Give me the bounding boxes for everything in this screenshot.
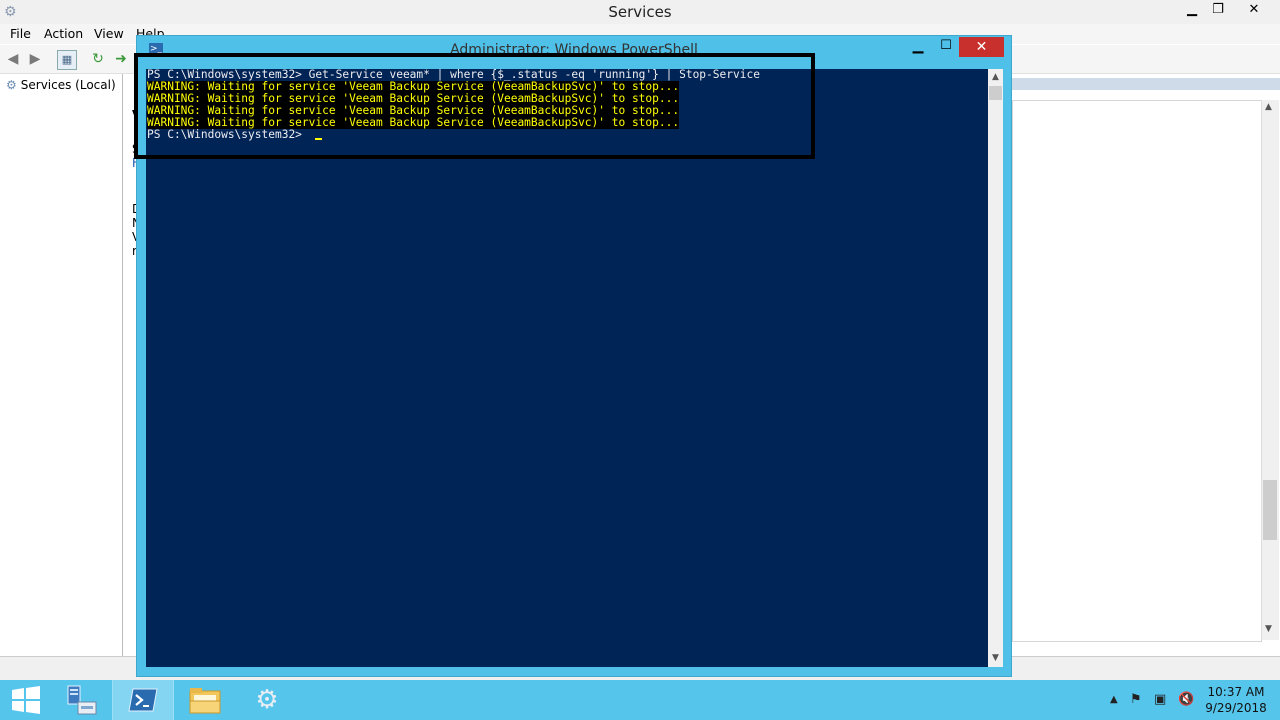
taskbar-app-server-manager[interactable] (50, 680, 112, 720)
services-restore-button[interactable]: ❐ (1202, 0, 1234, 20)
scroll-up-icon[interactable]: ▲ (1265, 102, 1272, 112)
start-button[interactable] (0, 680, 50, 720)
services-list-pane (1012, 100, 1262, 642)
services-gear-icon: ⚙ (6, 78, 17, 92)
show-hide-tree-icon[interactable]: ▦ (57, 50, 77, 70)
tree-item-label: Services (Local) (20, 78, 116, 92)
refresh-icon[interactable]: ↻ (89, 50, 107, 68)
services-tree-pane: ⚙ Services (Local) (0, 74, 123, 656)
powershell-console[interactable]: PS C:\Windows\system32> Get-Service veea… (146, 69, 988, 667)
powershell-window-title: Administrator: Windows PowerShell (450, 42, 698, 58)
services-list-scrollbar[interactable]: ▲ ▼ (1261, 100, 1279, 640)
windows-logo-icon (12, 686, 40, 714)
scroll-thumb[interactable] (989, 86, 1002, 100)
tree-item-services-local[interactable]: ⚙ Services (Local) (6, 78, 116, 92)
services-titlebar: ⚙ Services ▁ ❐ ✕ (0, 0, 1280, 25)
menu-action[interactable]: Action (44, 26, 83, 41)
menu-view[interactable]: View (94, 26, 124, 41)
taskbar-app-file-explorer[interactable] (174, 680, 236, 720)
services-list-header (1012, 78, 1280, 90)
console-cursor (315, 138, 322, 140)
scroll-up-icon[interactable]: ▲ (988, 70, 1003, 85)
export-list-icon[interactable]: ➜ (112, 50, 130, 68)
services-close-button[interactable]: ✕ (1238, 0, 1270, 20)
taskbar: ⚙ ▲ ⚑ ▣ 🔇 10:37 AM 9/29/2018 (0, 680, 1280, 720)
scroll-down-icon[interactable]: ▼ (1265, 624, 1272, 634)
clock-time: 10:37 AM (1207, 685, 1265, 699)
powershell-close-button[interactable]: ✕ (959, 37, 1004, 57)
services-window-title: Services (608, 3, 672, 21)
forward-arrow-icon[interactable]: ▶ (26, 50, 44, 68)
taskbar-app-powershell[interactable] (112, 680, 174, 720)
powershell-minimize-button[interactable]: ▁ (905, 37, 931, 57)
volume-muted-icon[interactable]: 🔇 (1178, 692, 1194, 707)
taskbar-app-services[interactable]: ⚙ (236, 680, 298, 720)
services-description-pane: V S F D N V r (124, 74, 141, 656)
network-icon[interactable]: ▣ (1154, 692, 1166, 707)
powershell-window: >_ Administrator: Windows PowerShell ▁ ☐… (136, 35, 1012, 677)
console-prompt-line: PS C:\Windows\system32> (147, 128, 309, 141)
menu-file[interactable]: File (10, 26, 31, 41)
show-hidden-icons-icon[interactable]: ▲ (1110, 694, 1118, 705)
services-gear-icon: ⚙ (255, 685, 279, 715)
scroll-thumb[interactable] (1263, 480, 1277, 540)
action-center-flag-icon[interactable]: ⚑ (1130, 692, 1142, 707)
clock-date: 9/29/2018 (1205, 701, 1267, 715)
folder-icon (189, 688, 221, 714)
scroll-down-icon[interactable]: ▼ (988, 651, 1003, 666)
server-manager-icon (67, 685, 97, 715)
powershell-scrollbar[interactable]: ▲ ▼ (988, 69, 1003, 667)
powershell-icon (128, 688, 158, 712)
taskbar-clock[interactable]: 10:37 AM 9/29/2018 (1196, 684, 1276, 716)
back-arrow-icon[interactable]: ◀ (4, 50, 22, 68)
powershell-maximize-button[interactable]: ☐ (933, 37, 959, 57)
